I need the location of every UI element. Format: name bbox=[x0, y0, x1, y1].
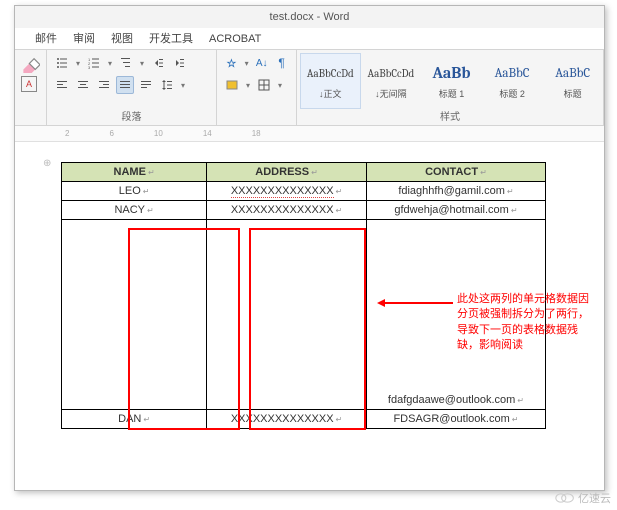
annotation-arrow bbox=[381, 302, 453, 304]
th-address: ADDRESS↵ bbox=[207, 163, 367, 182]
borders-icon[interactable] bbox=[255, 76, 273, 94]
style-title[interactable]: AaBbC 标题 bbox=[542, 53, 603, 109]
char-box-icon[interactable]: A bbox=[21, 76, 37, 92]
group-label: 段落 bbox=[47, 111, 216, 125]
anchor-icon: ⊕ bbox=[43, 158, 51, 169]
outdent-icon[interactable] bbox=[149, 54, 167, 72]
eraser-icon[interactable] bbox=[21, 54, 40, 72]
tab-review[interactable]: 审阅 bbox=[73, 28, 95, 49]
multilevel-icon[interactable] bbox=[117, 54, 135, 72]
group-styles: AaBbCcDd ↓正文 AaBbCcDd ↓无间隔 AaBb 标题 1 AaB… bbox=[297, 50, 604, 125]
group-clipboard: A bbox=[15, 50, 47, 125]
table-row: NACY↵XXXXXXXXXXXXXX↵gfdwehja@hotmail.com… bbox=[62, 201, 546, 220]
dropdown-icon[interactable]: ▾ bbox=[106, 54, 114, 72]
distribute-icon[interactable] bbox=[137, 76, 155, 94]
group-sort: ☆▾ A↓ ¶ ▾ ▾ bbox=[217, 50, 297, 125]
align-right-icon[interactable] bbox=[95, 76, 113, 94]
table-row: LEO↵XXXXXXXXXXXXXX↵fdiaghhfh@gamil.com↵ bbox=[62, 182, 546, 201]
numbering-icon[interactable]: 123 bbox=[85, 54, 103, 72]
dropdown-icon[interactable]: ▾ bbox=[244, 76, 252, 94]
line-spacing-icon[interactable] bbox=[158, 76, 176, 94]
group-paragraph: ▾ 123▾ ▾ ▾ 段落 bbox=[47, 50, 217, 125]
group-label: 样式 bbox=[297, 111, 603, 125]
chinese-layout-icon[interactable]: ☆ bbox=[223, 54, 240, 72]
tab-view[interactable]: 视图 bbox=[111, 28, 133, 49]
dropdown-icon[interactable]: ▾ bbox=[243, 54, 250, 72]
justify-icon[interactable] bbox=[116, 76, 134, 94]
watermark: 亿速云 bbox=[555, 490, 611, 506]
svg-text:3: 3 bbox=[88, 65, 91, 69]
style-normal[interactable]: AaBbCcDd ↓正文 bbox=[300, 53, 361, 109]
align-left-icon[interactable] bbox=[53, 76, 71, 94]
dropdown-icon[interactable]: ▾ bbox=[74, 54, 82, 72]
word-window: test.docx - Word 邮件 审阅 视图 开发工具 ACROBAT A bbox=[14, 5, 605, 491]
annotation-text: 此处这两列的单元格数据因分页被强制拆分为了两行，导致下一页的表格数据残缺，影响阅… bbox=[457, 292, 597, 354]
shading-icon[interactable] bbox=[223, 76, 241, 94]
window-title: test.docx - Word bbox=[270, 11, 350, 23]
ribbon-tabs: 邮件 审阅 视图 开发工具 ACROBAT bbox=[15, 28, 604, 50]
table-header-row: NAME↵ ADDRESS↵ CONTACT↵ bbox=[62, 163, 546, 182]
ruler: 26101418 bbox=[15, 126, 604, 142]
th-contact: CONTACT↵ bbox=[366, 163, 545, 182]
style-h1[interactable]: AaBb 标题 1 bbox=[421, 53, 482, 109]
titlebar: test.docx - Word bbox=[15, 6, 604, 28]
sort-icon[interactable]: A↓ bbox=[253, 54, 270, 72]
dropdown-icon[interactable]: ▾ bbox=[179, 76, 187, 94]
bullets-icon[interactable] bbox=[53, 54, 71, 72]
tab-acrobat[interactable]: ACROBAT bbox=[209, 28, 261, 49]
th-name: NAME↵ bbox=[62, 163, 207, 182]
dropdown-icon[interactable]: ▾ bbox=[138, 54, 146, 72]
style-nospace[interactable]: AaBbCcDd ↓无间隔 bbox=[361, 53, 422, 109]
tab-developer[interactable]: 开发工具 bbox=[149, 28, 193, 49]
ribbon: A ▾ 123▾ ▾ ▾ bbox=[15, 50, 604, 126]
style-h2[interactable]: AaBbC 标题 2 bbox=[482, 53, 543, 109]
dropdown-icon[interactable]: ▾ bbox=[276, 76, 284, 94]
tab-mail[interactable]: 邮件 bbox=[35, 28, 57, 49]
indent-icon[interactable] bbox=[170, 54, 188, 72]
table-row: DAN↵XXXXXXXXXXXXXX↵FDSAGR@outlook.com↵ bbox=[62, 410, 546, 429]
pilcrow-icon[interactable]: ¶ bbox=[273, 54, 290, 72]
align-center-icon[interactable] bbox=[74, 76, 92, 94]
